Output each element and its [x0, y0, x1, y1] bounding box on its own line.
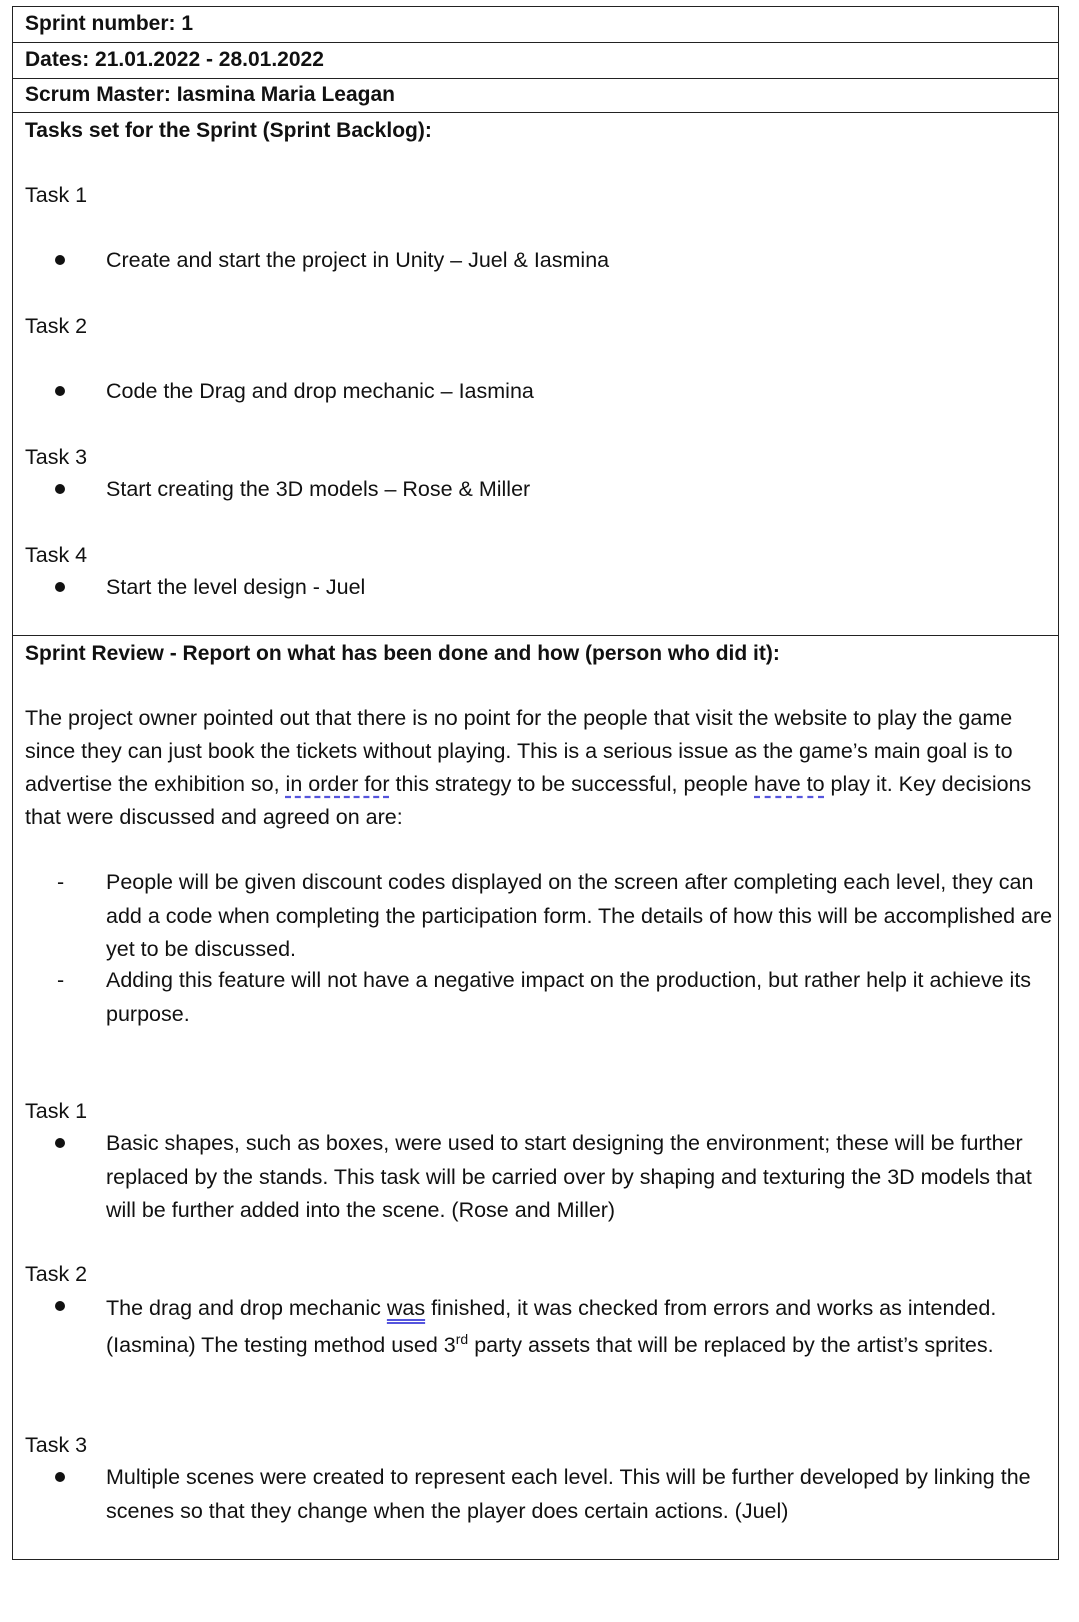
- dates-row: Dates: 21.01.2022 - 28.01.2022: [13, 43, 1058, 79]
- backlog-task-1-item: Create and start the project in Unity – …: [106, 248, 610, 272]
- sprint-review-section: Sprint Review - Report on what has been …: [13, 636, 1058, 1559]
- bullet-icon: [55, 1301, 65, 1311]
- backlog-task-3-label: Task 3: [25, 445, 88, 469]
- bullet-icon: [55, 255, 65, 265]
- sprint-dates: Dates: 21.01.2022 - 28.01.2022: [25, 48, 324, 71]
- sprint-report-table: Sprint number: 1 Dates: 21.01.2022 - 28.…: [12, 6, 1059, 1560]
- grammar-flag: was: [386, 1296, 426, 1320]
- scrum-master: Scrum Master: Iasmina Maria Leagan: [25, 83, 395, 106]
- bullet-icon: [55, 582, 65, 592]
- review-task-3-label: Task 3: [25, 1433, 88, 1457]
- review-title: Sprint Review - Report on what has been …: [25, 642, 780, 665]
- bullet-icon: [55, 484, 65, 494]
- sprint-number: Sprint number: 1: [25, 12, 194, 35]
- sprint-number-row: Sprint number: 1: [13, 7, 1058, 43]
- backlog-task-1-label: Task 1: [25, 183, 88, 207]
- review-decision-2: Adding this feature will not have a nega…: [106, 968, 1032, 1026]
- review-decision-1: People will be given discount codes disp…: [106, 870, 1053, 961]
- grammar-flag: have to: [754, 772, 825, 796]
- review-task-1-label: Task 1: [25, 1099, 88, 1123]
- backlog-task-2-label: Task 2: [25, 314, 88, 338]
- review-task-3-text: Multiple scenes were created to represen…: [106, 1465, 1031, 1523]
- review-task-2-text: The drag and drop mechanic was finished,…: [106, 1296, 997, 1357]
- sprint-backlog-section: Tasks set for the Sprint (Sprint Backlog…: [13, 113, 1058, 636]
- backlog-task-4-item: Start the level design - Juel: [106, 575, 366, 599]
- dash-bullet-icon: -: [57, 968, 65, 992]
- backlog-task-4-label: Task 4: [25, 543, 88, 567]
- bullet-icon: [55, 386, 65, 396]
- bullet-icon: [55, 1472, 65, 1482]
- bullet-icon: [55, 1138, 65, 1148]
- grammar-flag: in order for: [285, 772, 390, 796]
- review-intro: The project owner pointed out that there…: [25, 706, 1032, 829]
- dash-bullet-icon: -: [57, 870, 65, 894]
- review-task-2-label: Task 2: [25, 1262, 88, 1286]
- backlog-task-2-item: Code the Drag and drop mechanic – Iasmin…: [106, 379, 534, 403]
- review-task-1-text: Basic shapes, such as boxes, were used t…: [106, 1131, 1032, 1222]
- backlog-title: Tasks set for the Sprint (Sprint Backlog…: [25, 119, 432, 142]
- backlog-task-3-item: Start creating the 3D models – Rose & Mi…: [106, 477, 531, 501]
- scrum-master-row: Scrum Master: Iasmina Maria Leagan: [13, 79, 1058, 113]
